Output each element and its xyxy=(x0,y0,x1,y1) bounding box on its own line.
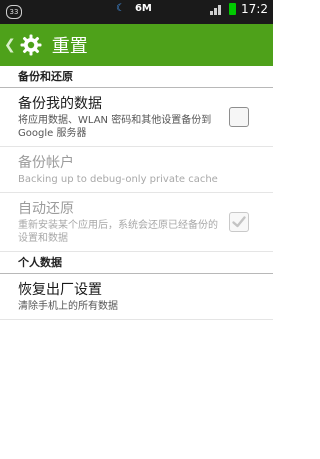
pref-summary: 清除手机上的所有数据 xyxy=(18,301,118,312)
section-header-personal-data: 个人数据 xyxy=(0,252,273,274)
pref-summary: 将应用数据、WLAN 密码和其他设置备份到 Google 服务器 xyxy=(18,115,212,139)
memory-indicator: 6M xyxy=(134,3,152,14)
checkmark-icon xyxy=(232,216,246,228)
settings-gear-icon xyxy=(18,32,44,58)
action-bar: ❮ 重置 xyxy=(0,24,273,66)
pref-title: 自动还原 xyxy=(18,201,74,217)
pref-title: 备份帐户 xyxy=(18,155,74,171)
section-header-backup-restore: 备份和还原 xyxy=(0,66,273,88)
clock: 17:2 xyxy=(241,2,268,16)
notification-badge: 33 xyxy=(6,5,22,19)
page-title: 重置 xyxy=(51,36,88,57)
battery-icon xyxy=(229,3,237,15)
pref-title: 恢复出厂设置 xyxy=(18,282,102,298)
pref-factory-reset[interactable]: 恢复出厂设置 清除手机上的所有数据 xyxy=(0,274,273,320)
back-chevron-icon[interactable]: ❮ xyxy=(4,37,16,53)
auto-restore-checkbox xyxy=(229,212,249,232)
moon-icon: ☾ xyxy=(116,3,125,14)
pref-title: 备份我的数据 xyxy=(18,96,102,112)
pref-backup-account: 备份帐户 Backing up to debug-only private ca… xyxy=(0,147,273,193)
pref-summary: Backing up to debug-only private cache xyxy=(18,174,218,185)
backup-checkbox[interactable] xyxy=(229,107,249,127)
pref-summary: 重新安装某个应用后，系统会还原已经备份的设置和数据 xyxy=(18,220,218,244)
settings-list: 备份和还原 备份我的数据 将应用数据、WLAN 密码和其他设置备份到 Googl… xyxy=(0,66,273,320)
signal-icon xyxy=(210,5,222,15)
pref-auto-restore: 自动还原 重新安装某个应用后，系统会还原已经备份的设置和数据 xyxy=(0,193,273,252)
status-bar: 33 ☾ 6M 17:2 xyxy=(0,0,273,24)
pref-backup-my-data[interactable]: 备份我的数据 将应用数据、WLAN 密码和其他设置备份到 Google 服务器 xyxy=(0,88,273,147)
